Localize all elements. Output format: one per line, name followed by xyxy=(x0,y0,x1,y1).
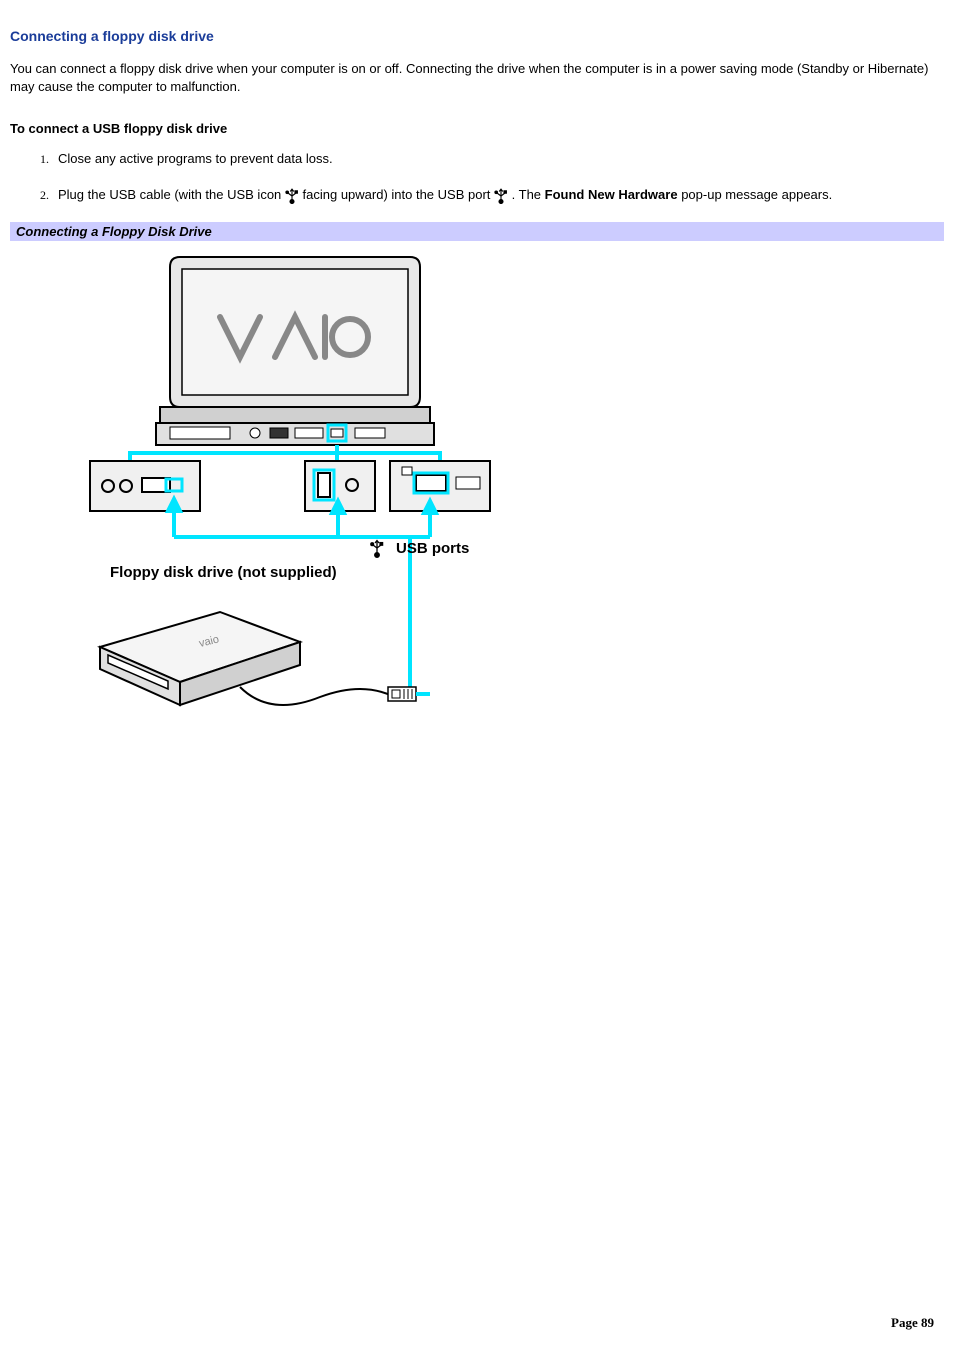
step-1: Close any active programs to prevent dat… xyxy=(52,150,944,168)
usb-icon xyxy=(285,188,299,204)
laptop-illustration xyxy=(156,257,434,445)
usb-ports-text: USB ports xyxy=(396,540,469,557)
step-2: Plug the USB cable (with the USB icon fa… xyxy=(52,186,944,204)
connection-diagram: USB ports Floppy disk drive (not supplie… xyxy=(70,247,944,730)
intro-paragraph: You can connect a floppy disk drive when… xyxy=(10,60,944,95)
step-2-text-d: pop-up message appears. xyxy=(678,187,833,202)
figure-caption: Connecting a Floppy Disk Drive xyxy=(10,222,944,241)
step-2-text-c: . The xyxy=(512,187,545,202)
steps-list: Close any active programs to prevent dat… xyxy=(10,150,944,204)
usb-icon xyxy=(494,188,508,204)
section-title: Connecting a floppy disk drive xyxy=(10,28,944,44)
floppy-label-text: Floppy disk drive (not supplied) xyxy=(110,564,337,581)
peripheral-left xyxy=(90,461,200,537)
step-2-text-b: facing upward) into the USB port xyxy=(303,187,495,202)
peripheral-center xyxy=(305,461,375,537)
procedure-heading: To connect a USB floppy disk drive xyxy=(10,121,944,136)
page-number: Page 89 xyxy=(891,1315,934,1331)
peripheral-right xyxy=(390,461,490,537)
step-2-text-a: Plug the USB cable (with the USB icon xyxy=(58,187,285,202)
floppy-drive-illustration: vaio xyxy=(100,612,430,705)
step-2-bold: Found New Hardware xyxy=(545,187,678,202)
usb-ports-label: USB ports xyxy=(371,540,470,557)
